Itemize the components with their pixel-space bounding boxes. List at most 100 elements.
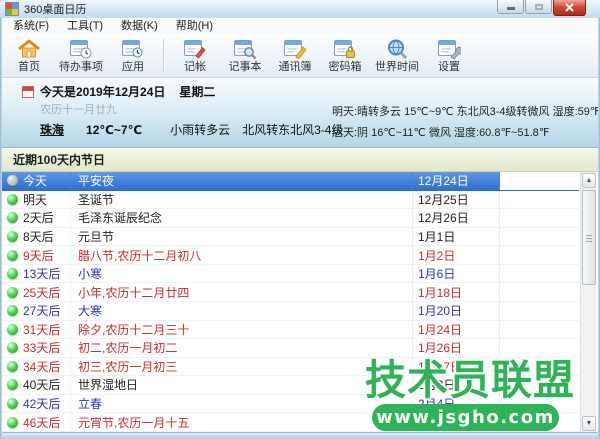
wind-info: 北风转东北风3-4级 (242, 121, 343, 138)
today-line: 今天是2019年12月24日 星期二 (22, 83, 215, 100)
scrollbar[interactable]: ▲ ▼ (580, 172, 596, 432)
toolbar-button-label: 设置 (438, 61, 460, 73)
temperature: 12℃~7℃ (86, 123, 142, 137)
weather-condition: 小雨转多云 (170, 121, 230, 138)
menu-item[interactable]: 数据(K) (112, 18, 167, 34)
festival-row[interactable]: 8天后元旦节1月1日 (0, 228, 579, 247)
festival-when-cell: 34天后 (0, 358, 71, 376)
toolbar-button-label: 首页 (18, 61, 40, 73)
toolbar-button-home[interactable]: 首页 (4, 36, 54, 76)
festival-row[interactable]: 25天后小年,农历十二月廿四1月18日 (0, 283, 579, 302)
contacts-icon (283, 38, 307, 60)
window-title: 360桌面日历 (24, 1, 86, 17)
festival-date: 1月18日 (413, 283, 500, 301)
festival-name: 除夕,农历十二月三十 (71, 321, 413, 339)
festival-empty-cell (500, 228, 579, 246)
festival-when-cell: 31天后 (0, 321, 71, 339)
toolbar-button-ledger[interactable]: 记帐 (170, 36, 220, 76)
toolbar-button-contacts[interactable]: 通讯簿 (270, 36, 320, 76)
toolbar-button-label: 待办事项 (59, 61, 103, 73)
toolbar-button-label: 通讯簿 (279, 61, 312, 73)
festival-when-cell: 2天后 (0, 209, 71, 227)
title-bar: 360桌面日历 (0, 0, 600, 18)
festival-name: 小寒 (71, 265, 413, 283)
festival-row[interactable]: 2天后毛泽东诞辰纪念12月26日 (0, 209, 579, 228)
scrollbar-thumb[interactable] (582, 190, 596, 285)
menu-item[interactable]: 工具(T) (58, 18, 112, 34)
festival-name: 立春 (71, 395, 413, 413)
settings-icon (437, 38, 461, 60)
festival-name: 毛泽东诞辰纪念 (71, 209, 413, 227)
festival-date: 1月2日 (413, 246, 500, 264)
lunar-date: 农历十一月廿九 (40, 101, 117, 117)
toolbar-button-notebook[interactable]: 记事本 (220, 36, 270, 76)
festival-dot-icon (7, 212, 18, 223)
festival-empty-cell (500, 302, 579, 320)
toolbar-button-apps[interactable]: 应用 (108, 36, 158, 76)
festival-empty-cell (500, 339, 579, 357)
festival-when-cell: 今天 (0, 172, 71, 190)
ledger-icon (183, 38, 207, 60)
festival-when-cell: 明天 (0, 191, 71, 209)
festival-when-cell: 46天后 (0, 413, 71, 431)
city-link[interactable]: 珠海 (40, 121, 64, 138)
todo-icon (69, 38, 93, 60)
password-icon (333, 38, 357, 60)
festival-name: 初三,农历一月初三 (71, 358, 413, 376)
festival-when: 25天后 (23, 284, 60, 301)
festival-dot-icon (7, 287, 18, 298)
festival-name: 世界湿地日 (71, 376, 413, 394)
world-time-icon (385, 38, 409, 60)
minimize-button[interactable] (497, 0, 524, 14)
festival-when: 今天 (23, 172, 47, 189)
toolbar-button-todo[interactable]: 待办事项 (54, 36, 108, 76)
festival-when-cell: 8天后 (0, 228, 71, 246)
festival-when-cell: 42天后 (0, 395, 71, 413)
festival-empty-cell (500, 209, 579, 227)
festival-name: 圣诞节 (71, 191, 413, 209)
festival-when: 9天后 (23, 247, 54, 264)
maximize-button[interactable] (525, 0, 552, 14)
info-panel: 今天是2019年12月24日 星期二 农历十一月廿九 珠海 12℃~7℃ 小雨转… (0, 78, 600, 148)
menu-item[interactable]: 系统(F) (4, 18, 58, 34)
toolbar-button-label: 应用 (122, 61, 144, 73)
menu-item[interactable]: 帮助(H) (167, 18, 222, 34)
toolbar-button-label: 密码箱 (329, 61, 362, 73)
scroll-down-button[interactable]: ▼ (582, 416, 596, 431)
festival-dot-icon (7, 342, 18, 353)
festival-when: 27天后 (23, 302, 60, 319)
festival-empty-cell (500, 172, 579, 190)
festival-dot-icon (7, 379, 18, 390)
festival-date: 1月1日 (413, 228, 500, 246)
maximize-icon (535, 4, 543, 10)
festival-empty-cell (500, 283, 579, 301)
festival-when-cell: 40天后 (0, 376, 71, 394)
weather-line: 珠海 12℃~7℃ 小雨转多云 北风转东北风3-4级 (40, 121, 343, 138)
menu-bar: 系统(F)工具(T)数据(K)帮助(H) (0, 18, 600, 34)
toolbar-button-settings[interactable]: 设置 (424, 36, 474, 76)
festival-row[interactable]: 33天后初二,农历一月初二1月26日 (0, 339, 579, 358)
forecast-day-after: 后天:阴 16℃~11℃ 微风 湿度:60.8℉~51.8℉ (332, 123, 600, 144)
festival-row[interactable]: 9天后腊八节,农历十二月初八1月2日 (0, 246, 579, 265)
minimize-icon (507, 7, 515, 10)
festival-row[interactable]: 31天后除夕,农历十二月三十1月24日 (0, 321, 579, 340)
toolbar-separator (163, 39, 165, 73)
festival-row[interactable]: 今天平安夜12月24日 (0, 172, 579, 191)
festival-date: 12月26日 (413, 209, 500, 227)
close-button[interactable] (553, 0, 586, 16)
festival-dot-icon (7, 324, 18, 335)
today-date: 今天是2019年12月24日 (40, 83, 165, 100)
festival-dot-icon (7, 194, 18, 205)
window-controls (496, 0, 586, 16)
festival-dot-icon (7, 361, 18, 372)
festival-row[interactable]: 13天后小寒1月6日 (0, 265, 579, 284)
festival-when: 46天后 (23, 414, 60, 431)
festival-empty-cell (500, 265, 579, 283)
festival-name: 大寒 (71, 302, 413, 320)
festival-row[interactable]: 明天圣诞节12月25日 (0, 191, 579, 210)
toolbar-button-world-time[interactable]: 世界时间 (370, 36, 424, 76)
festival-when: 8天后 (23, 228, 54, 245)
scroll-up-button[interactable]: ▲ (582, 173, 596, 188)
toolbar-button-password[interactable]: 密码箱 (320, 36, 370, 76)
festival-row[interactable]: 27天后大寒1月20日 (0, 302, 579, 321)
